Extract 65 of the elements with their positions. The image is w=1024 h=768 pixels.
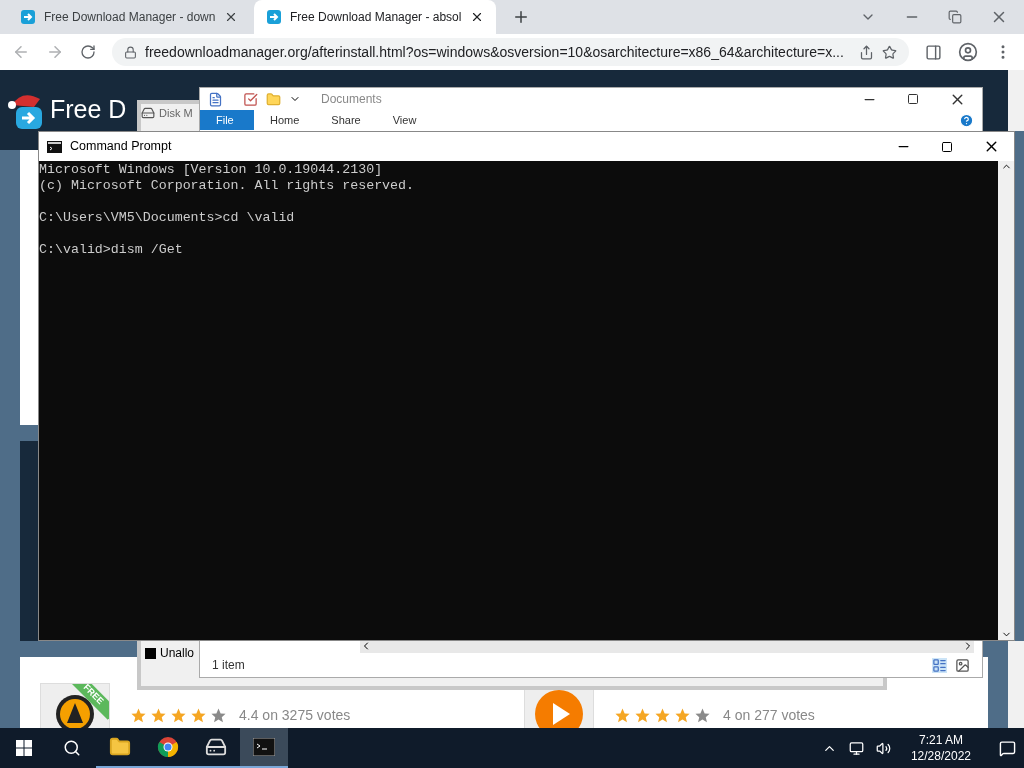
notifications-icon[interactable] [999, 739, 1016, 757]
console-line: C:\Users\VM5\Documents>cd \valid [39, 210, 296, 226]
rating-text: 4.4 on 3275 votes [239, 706, 351, 725]
share-icon[interactable] [859, 44, 874, 60]
star-icon [210, 707, 227, 724]
bookmark-star-icon[interactable] [882, 44, 897, 60]
console-icon [253, 738, 275, 756]
reload-icon[interactable] [80, 44, 96, 60]
ribbon-tab[interactable]: View [376, 110, 433, 130]
network-icon[interactable] [848, 740, 864, 756]
star-icon [634, 707, 651, 724]
new-tab-icon[interactable] [512, 8, 530, 26]
console-icon [47, 140, 62, 153]
browser-icon [157, 736, 179, 758]
url-text: freedownloadmanager.org/afterinstall.html?os=windows&osversion=10&osarchitecture=x86_64&architecture=x... [145, 42, 845, 62]
unallocated-swatch [145, 647, 156, 659]
console-line: (c) Microsoft Corporation. All rights reserved. [39, 178, 416, 194]
star-icon [130, 707, 147, 724]
volume-icon[interactable] [875, 740, 891, 756]
console-line: C:\valid>dism /Get [39, 242, 184, 258]
window-title: Disk M [159, 106, 193, 121]
restore-icon[interactable] [948, 10, 962, 24]
scrollbar-track [1008, 70, 1024, 131]
help-icon[interactable] [959, 112, 974, 128]
star-icon [170, 707, 187, 724]
window-title: Command Prompt [70, 138, 172, 156]
status-text: 1 item [212, 657, 245, 674]
window-title: Documents [321, 91, 382, 108]
ribbon-tab[interactable]: Home [254, 110, 316, 130]
app-logo-icon [266, 9, 282, 25]
details-view-icon[interactable] [932, 657, 947, 673]
star-icon [190, 707, 207, 724]
close-tab-icon[interactable] [470, 10, 484, 24]
taskbar-app[interactable] [240, 728, 288, 768]
tab-title: Free Download Manager - down [44, 9, 216, 26]
ribbon-tab[interactable]: File [200, 110, 254, 130]
console-line: Microsoft Windows [Version 10.0.19044.2130] [39, 162, 384, 178]
star-icon [654, 707, 671, 724]
site-logo-text: Free D [50, 94, 127, 126]
address-bar[interactable]: freedownloadmanager.org/afterinstall.html?os=windows&osversion=10&osarchitecture=x86_64&architecture=x... [112, 38, 909, 66]
browser-tab[interactable]: Free Download Manager - absol [254, 0, 496, 34]
checkbox-icon[interactable] [243, 91, 258, 107]
side-panel-icon[interactable] [925, 43, 942, 61]
maximize-icon[interactable] [941, 140, 953, 153]
folder-icon [109, 736, 131, 758]
app-logo-icon [20, 9, 36, 25]
tiles-view-icon[interactable] [955, 657, 970, 673]
maximize-icon[interactable] [907, 93, 919, 105]
rating-text: 4 on 277 votes [723, 706, 815, 725]
star-icon [614, 707, 631, 724]
close-tab-icon[interactable] [224, 10, 238, 24]
ribbon-tab[interactable]: Share [315, 110, 377, 130]
star-icon [150, 707, 167, 724]
play-logo-icon [534, 689, 584, 728]
star-icon [694, 707, 711, 724]
tab-title: Free Download Manager - absol [290, 9, 462, 26]
clock[interactable]: 7:21 AM 12/28/2022 [902, 732, 979, 764]
star-icon [674, 707, 691, 724]
profile-icon[interactable] [958, 42, 978, 62]
browser-tab[interactable]: Free Download Manager - down [8, 0, 250, 34]
lock-icon [124, 45, 137, 59]
windows-logo-icon [16, 740, 32, 756]
search-icon [63, 739, 81, 757]
properties-icon[interactable] [208, 91, 223, 107]
legend-label: Unallo [160, 645, 195, 662]
